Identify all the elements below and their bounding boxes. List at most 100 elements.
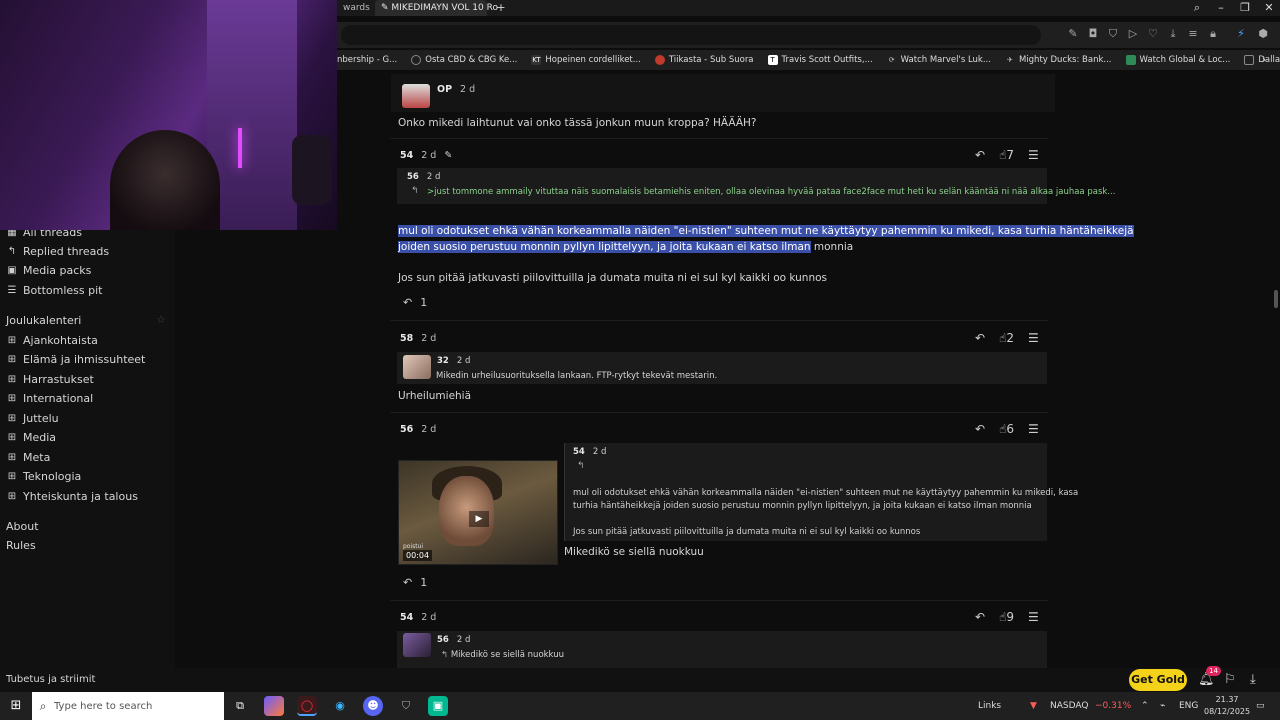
sidebar-link-rules[interactable]: Rules (6, 539, 36, 552)
bookmark-item[interactable]: nbership - G... (337, 55, 397, 65)
notifications-button[interactable]: 🔔︎ 14 (1198, 666, 1221, 687)
upvote-button[interactable]: ☝︎7 (999, 148, 1014, 162)
quoted-post[interactable]: 54 2 d ↰ mul oli odotukset ehkä vähän ko… (564, 443, 1078, 541)
reply-icon[interactable]: ↶ (975, 148, 985, 162)
tray-chevron-icon[interactable]: ⌃ (1141, 692, 1149, 720)
restore-button[interactable]: ❐ (1233, 0, 1257, 16)
sidebar-board-item[interactable]: ⊞ Yhteiskunta ja talous (6, 488, 138, 504)
sidebar-board-item[interactable]: ⊞ International (6, 390, 93, 406)
sidebar-board-item[interactable]: ⊞ Meta (6, 449, 51, 465)
bookmark-item[interactable]: T Travis Scott Outfits,... (767, 55, 873, 65)
get-gold-button[interactable]: Get Gold (1129, 669, 1187, 691)
app-icon[interactable] (264, 696, 284, 716)
new-tab-button[interactable]: + (489, 0, 513, 16)
search-icon[interactable]: ⌕ (1185, 0, 1209, 16)
minimize-button[interactable]: – (1209, 0, 1233, 16)
edge-icon[interactable]: ◉ (330, 696, 350, 716)
extension-icon[interactable]: ⚡︎ (1233, 26, 1249, 42)
windows-start-icon[interactable]: ⊞ (0, 692, 32, 720)
sidebar-item-media-packs[interactable]: ▣ Media packs (6, 262, 91, 278)
app-green-icon[interactable]: ▣ (428, 696, 448, 716)
sidebar-item-bottomless-pit[interactable]: ☰ Bottomless pit (6, 282, 103, 298)
sidebar-board-item[interactable]: ⊞ Harrastukset (6, 371, 94, 387)
op-post-header: OP 2 d (437, 84, 475, 95)
taskbar-search-input[interactable]: ⌕ Type here to search (32, 692, 224, 720)
opera-icon[interactable]: ◯ (297, 696, 317, 716)
lock-icon[interactable]: 🔒︎ (1205, 26, 1221, 42)
discord-icon[interactable]: ☻ (363, 696, 383, 716)
sidebar-board-item[interactable]: ⊞ Teknologia (6, 468, 81, 484)
reply-icon[interactable]: ↶ (975, 610, 985, 624)
bookmark-item[interactable]: KT Hopeinen cordelliket... (531, 55, 641, 65)
star-icon[interactable]: ☆ (156, 313, 166, 326)
network-icon[interactable]: ⌁ (1160, 692, 1165, 720)
quote-thumbnail[interactable] (403, 355, 431, 379)
webcam-overlay (0, 0, 337, 230)
webcam-controller (292, 135, 332, 205)
profile-icon[interactable]: ⬢ (1255, 26, 1271, 42)
menu-icon[interactable]: ≡ (1185, 26, 1201, 42)
replies-button[interactable]: ↶ 1 (403, 576, 427, 589)
shield-app-icon[interactable]: ⛉ (396, 696, 416, 716)
bookmark-icon[interactable]: ⚐ (1224, 672, 1236, 687)
stock-name[interactable]: NASDAQ (1050, 692, 1088, 720)
plus-box-icon: ⊞ (7, 412, 17, 424)
quote-thumbnail[interactable] (403, 633, 431, 657)
clock[interactable]: 21.37 08/12/2025 (1204, 694, 1250, 718)
play-icon[interactable]: ▶ (469, 511, 489, 527)
links-toolbar[interactable]: Links (978, 692, 1001, 720)
footer-board-link[interactable]: Tubetus ja striimit (6, 674, 95, 685)
pencil-icon[interactable]: ✎ (444, 150, 452, 161)
sidebar-item-replied-threads[interactable]: ↰ Replied threads (6, 243, 109, 259)
replies-button[interactable]: ↶ 1 (403, 296, 427, 309)
menu-icon[interactable]: ☰ (1028, 148, 1039, 162)
post-number[interactable]: 56 (400, 424, 413, 435)
sidebar-board-item[interactable]: ⊞ Juttelu (6, 410, 59, 426)
scrollbar[interactable] (1272, 70, 1280, 668)
reply-icon[interactable]: ↶ (975, 422, 985, 436)
menu-icon[interactable]: ☰ (1028, 331, 1039, 345)
post-divider (390, 138, 1048, 139)
close-button[interactable]: ✕ (1257, 0, 1280, 16)
post-number[interactable]: 54 (400, 612, 413, 623)
notification-center-icon[interactable]: ▭ (1256, 692, 1265, 720)
menu-icon[interactable]: ☰ (1028, 422, 1039, 436)
video-player[interactable]: ▶ poistui 00:04 (398, 460, 558, 565)
sidebar-board-item[interactable]: ⊞ Ajankohtaista (6, 332, 98, 348)
bookmark-item[interactable]: ⟳ Watch Marvel's Luk... (887, 55, 991, 65)
bookmark-item[interactable]: ✈ Mighty Ducks: Bank... (1005, 55, 1111, 65)
browser-tab-active[interactable]: ✎ MIKEDIMAYN VOL 10 Ro (375, 0, 498, 16)
upvote-button[interactable]: ☝︎2 (999, 331, 1014, 345)
chevron-right-icon[interactable]: › (1256, 52, 1272, 68)
op-thumbnail[interactable] (402, 84, 430, 108)
download-icon[interactable]: ⤓ (1250, 672, 1256, 687)
post-time: 2 d (421, 150, 437, 161)
shield-icon[interactable]: ⛉ (1105, 26, 1121, 42)
sidebar-section-title[interactable]: Joulukalenteri (6, 314, 81, 327)
plus-box-icon: ⊞ (7, 470, 17, 482)
plus-box-icon: ⊞ (7, 431, 17, 443)
bookmark-item[interactable]: Osta CBD & CBG Ke... (411, 55, 517, 65)
address-bar[interactable] (341, 25, 1041, 45)
play-icon[interactable]: ▷ (1125, 26, 1141, 42)
heart-icon[interactable]: ♡ (1145, 26, 1161, 42)
sidebar-board-item[interactable]: ⊞ Elämä ja ihmissuhteet (6, 351, 146, 367)
browser-tab[interactable]: wards (337, 0, 376, 16)
bookmark-item[interactable]: Watch Global & Loc... (1125, 55, 1230, 65)
sidebar-board-item[interactable]: ⊞ Media (6, 429, 56, 445)
menu-icon[interactable]: ☰ (1028, 610, 1039, 624)
scrollbar-thumb[interactable] (1274, 290, 1278, 308)
upvote-button[interactable]: ☝︎9 (999, 610, 1014, 624)
camera-icon[interactable]: ◘ (1085, 26, 1101, 42)
post-number[interactable]: 58 (400, 333, 413, 344)
quoted-post[interactable]: 56 2 d ↰ >just tommone ammaily vituttaa … (397, 168, 1115, 204)
post-number[interactable]: 54 (400, 150, 413, 161)
edit-icon[interactable]: ✎ (1065, 26, 1081, 42)
upvote-button[interactable]: ☝︎6 (999, 422, 1014, 436)
sidebar-link-about[interactable]: About (6, 520, 39, 533)
bookmark-item[interactable]: Tiikasta - Sub Suora (654, 55, 754, 65)
language-indicator[interactable]: ENG (1179, 692, 1198, 720)
download-icon[interactable]: ⤓ (1165, 26, 1181, 42)
task-view-icon[interactable]: ⧉ (230, 696, 250, 716)
reply-icon[interactable]: ↶ (975, 331, 985, 345)
